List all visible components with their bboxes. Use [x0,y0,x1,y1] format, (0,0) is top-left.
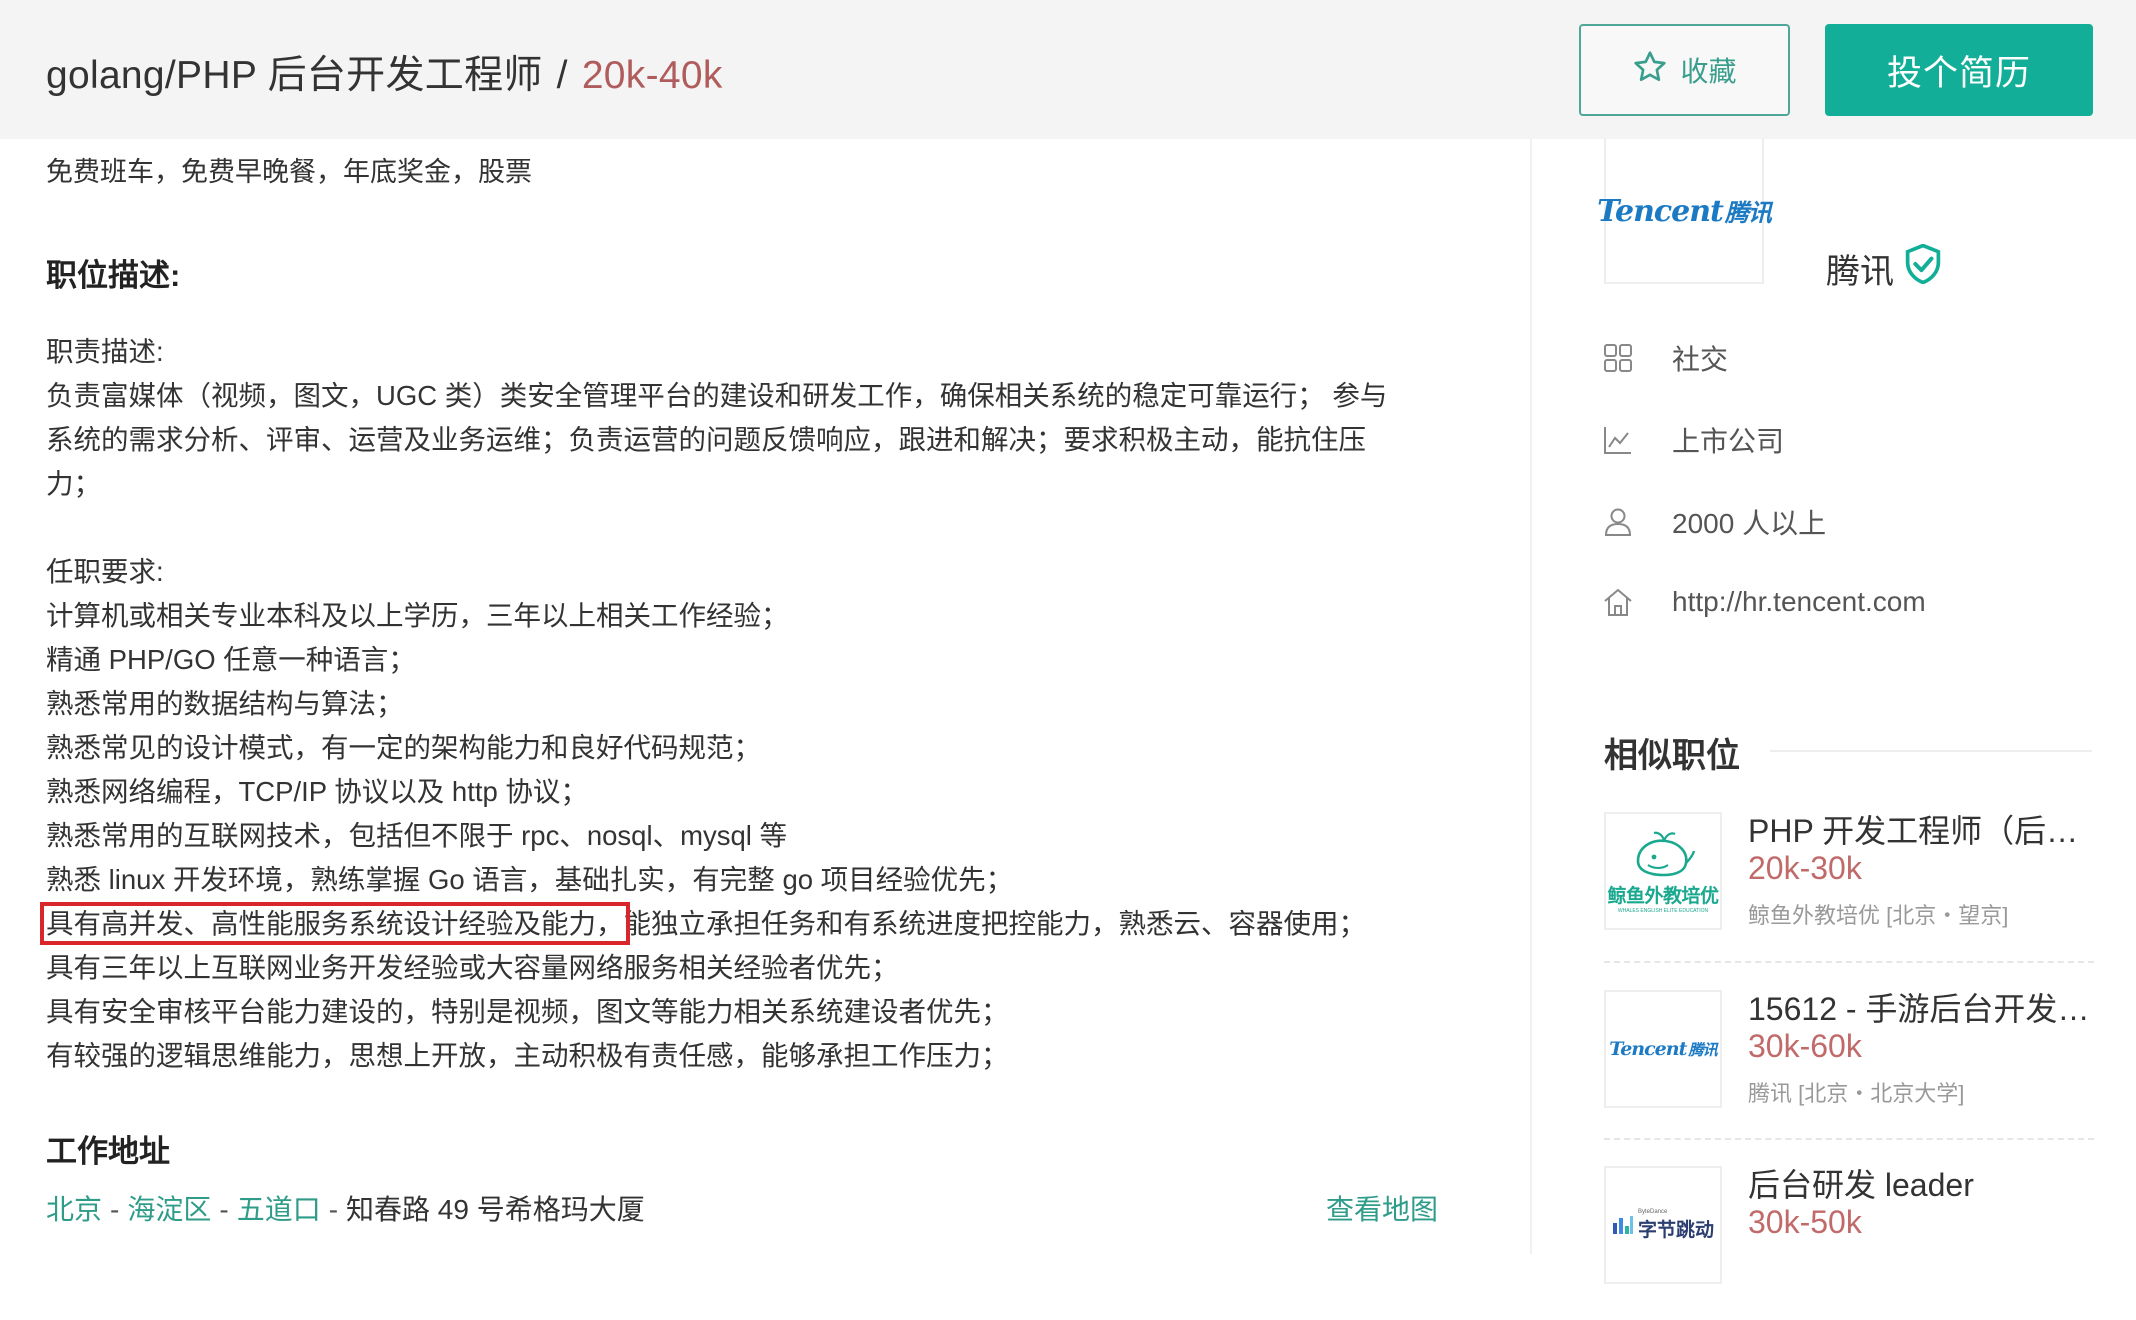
column-divider [1530,0,1532,1254]
similar-job-title[interactable]: 后台研发 leader [1748,1160,2094,1206]
similar-divider [1604,961,2094,963]
desc-line: 精通 PHP/GO 任意一种语言； [46,644,416,675]
company-name[interactable]: 腾讯 [1826,243,1942,293]
desc-blank-line [46,506,1466,550]
desc-line: 任职要求: [46,556,164,587]
desc-line: 熟悉常用的数据结构与算法； [46,688,404,719]
similar-job-item[interactable]: Tencent腾讯 15612 - 手游后台开发工程师 30k-60k 腾讯 [… [1604,984,2094,1144]
favorite-label: 收藏 [1680,56,1737,87]
desc-line-rest: 能独立承担任务和有系统进度把控能力，熟悉云、容器使用； [623,908,1367,939]
similar-divider [1604,1138,2094,1140]
company-website-link[interactable]: http://hr.tencent.com [1672,586,1926,618]
similar-job-salary: 20k-30k [1748,850,1862,886]
desc-line: 熟悉网络编程，TCP/IP 协议以及 http 协议； [46,776,588,807]
similar-job-salary: 30k-60k [1748,1028,1862,1064]
job-title: golang/PHP 后台开发工程师/20k-40k [46,54,723,97]
job-title-text: golang/PHP 后台开发工程师 [46,54,543,97]
job-description-title: 职位描述: [46,258,181,293]
desc-line: 具有安全审核平台能力建设的，特别是视频，图文等能力相关系统建设者优先； [46,996,1009,1027]
similar-job-item[interactable]: 鲸鱼外教培优 WHALES ENGLISH ELITE EDUCATION PH… [1604,806,2094,966]
company-size: 2000 人以上 [1600,502,1826,542]
trend-chart-icon [1600,422,1636,458]
verified-shield-icon [1904,243,1942,293]
job-salary: 20k-40k [581,54,723,97]
similar-job-title[interactable]: 15612 - 手游后台开发工程师 [1748,984,2094,1030]
desc-line: 负责富媒体（视频，图文，UGC 类）类安全管理平台的建设和研发工作，确保相关系统… [46,380,1388,411]
similar-jobs-title: 相似职位 [1604,737,1740,775]
person-icon [1600,504,1636,540]
home-icon [1600,584,1636,620]
apply-resume-button[interactable]: 投个简历 [1825,24,2093,116]
job-description: 职责描述: 负责富媒体（视频，图文，UGC 类）类安全管理平台的建设和研发工作，… [40,330,1466,1078]
whale-logo: 鲸鱼外教培优 WHALES ENGLISH ELITE EDUCATION [1604,812,1722,930]
similar-job-title[interactable]: PHP 开发工程师（后台） [1748,806,2094,852]
job-header-bar: golang/PHP 后台开发工程师/20k-40k 收藏 投个简历 [0,0,2136,139]
desc-line: 计算机或相关专业本科及以上学历，三年以上相关工作经验； [46,600,789,631]
job-benefits: 免费班车，免费早晚餐，年底奖金，股票 [46,157,532,187]
work-address: 北京 - 海淀区 - 五道口 - 知春路 49 号希格玛大厦 [46,1194,645,1225]
desc-line: 有较强的逻辑思维能力，思想上开放，主动积极有责任感，能够承担工作压力； [46,1040,1009,1071]
view-map-link[interactable]: 查看地图 [1326,1188,1438,1228]
desc-line: 力； [46,468,101,499]
job-detail-main: 免费班车，免费早晚餐，年底奖金，股票 职位描述: 职责描述: 负责富媒体（视频，… [0,0,1530,1254]
company-name-text: 腾讯 [1826,253,1894,291]
similar-jobs-divider [1770,750,2092,752]
grid-icon [1600,340,1636,376]
company-website[interactable]: http://hr.tencent.com [1600,584,1926,620]
company-logo-text: Tencent [1597,193,1724,229]
bytedance-logo: ByteDance 字节跳动 [1604,1166,1722,1284]
company-industry: 社交 [1600,338,1728,378]
company-industry-text: 社交 [1672,344,1729,375]
address-area-link[interactable]: 五道口 [237,1194,321,1225]
similar-job-meta: 鲸鱼外教培优 [北京・望京] [1748,903,2009,928]
bytedance-bars-icon [1612,1216,1633,1234]
company-stage: 上市公司 [1600,420,1784,460]
highlight-box: 具有高并发、高性能服务系统设计经验及能力， [40,902,630,945]
similar-job-meta: 腾讯 [北京・北京大学] [1748,1081,1965,1106]
company-logo-text-cn: 腾讯 [1724,197,1772,227]
star-icon [1632,49,1668,92]
work-address-title: 工作地址 [46,1134,170,1169]
similar-job-salary: 30k-50k [1748,1204,1862,1240]
desc-line: 熟悉 linux 开发环境，熟练掌握 Go 语言，基础扎实，有完整 go 项目经… [46,864,1014,895]
similar-job-item[interactable]: ByteDance 字节跳动 后台研发 leader 30k-50k [1604,1160,2094,1320]
whale-icon [1636,831,1696,876]
address-city-link[interactable]: 北京 [46,1194,102,1225]
address-district-link[interactable]: 海淀区 [127,1194,211,1225]
favorite-button[interactable]: 收藏 [1579,24,1790,116]
tencent-logo: Tencent 腾讯 [1604,990,1722,1108]
company-stage-text: 上市公司 [1672,426,1785,457]
address-street: 知春路 49 号希格玛大厦 [346,1194,645,1225]
desc-line: 熟悉常见的设计模式，有一定的架构能力和良好代码规范； [46,732,761,763]
desc-line-highlighted: 具有高并发、高性能服务系统设计经验及能力，能独立承担任务和有系统进度把控能力，熟… [40,902,1466,946]
desc-line: 系统的需求分析、评审、运营及业务运维；负责运营的问题反馈响应，跟进和解决；要求积… [46,424,1366,455]
desc-line: 熟悉常用的互联网技术，包括但不限于 rpc、nosql、mysql 等 [46,820,788,851]
desc-line: 具有三年以上互联网业务开发经验或大容量网络服务相关经验者优先； [46,952,899,983]
company-logo[interactable]: Tencent腾讯 [1597,139,1772,284]
desc-line: 职责描述: [46,336,164,367]
company-size-text: 2000 人以上 [1672,508,1827,539]
